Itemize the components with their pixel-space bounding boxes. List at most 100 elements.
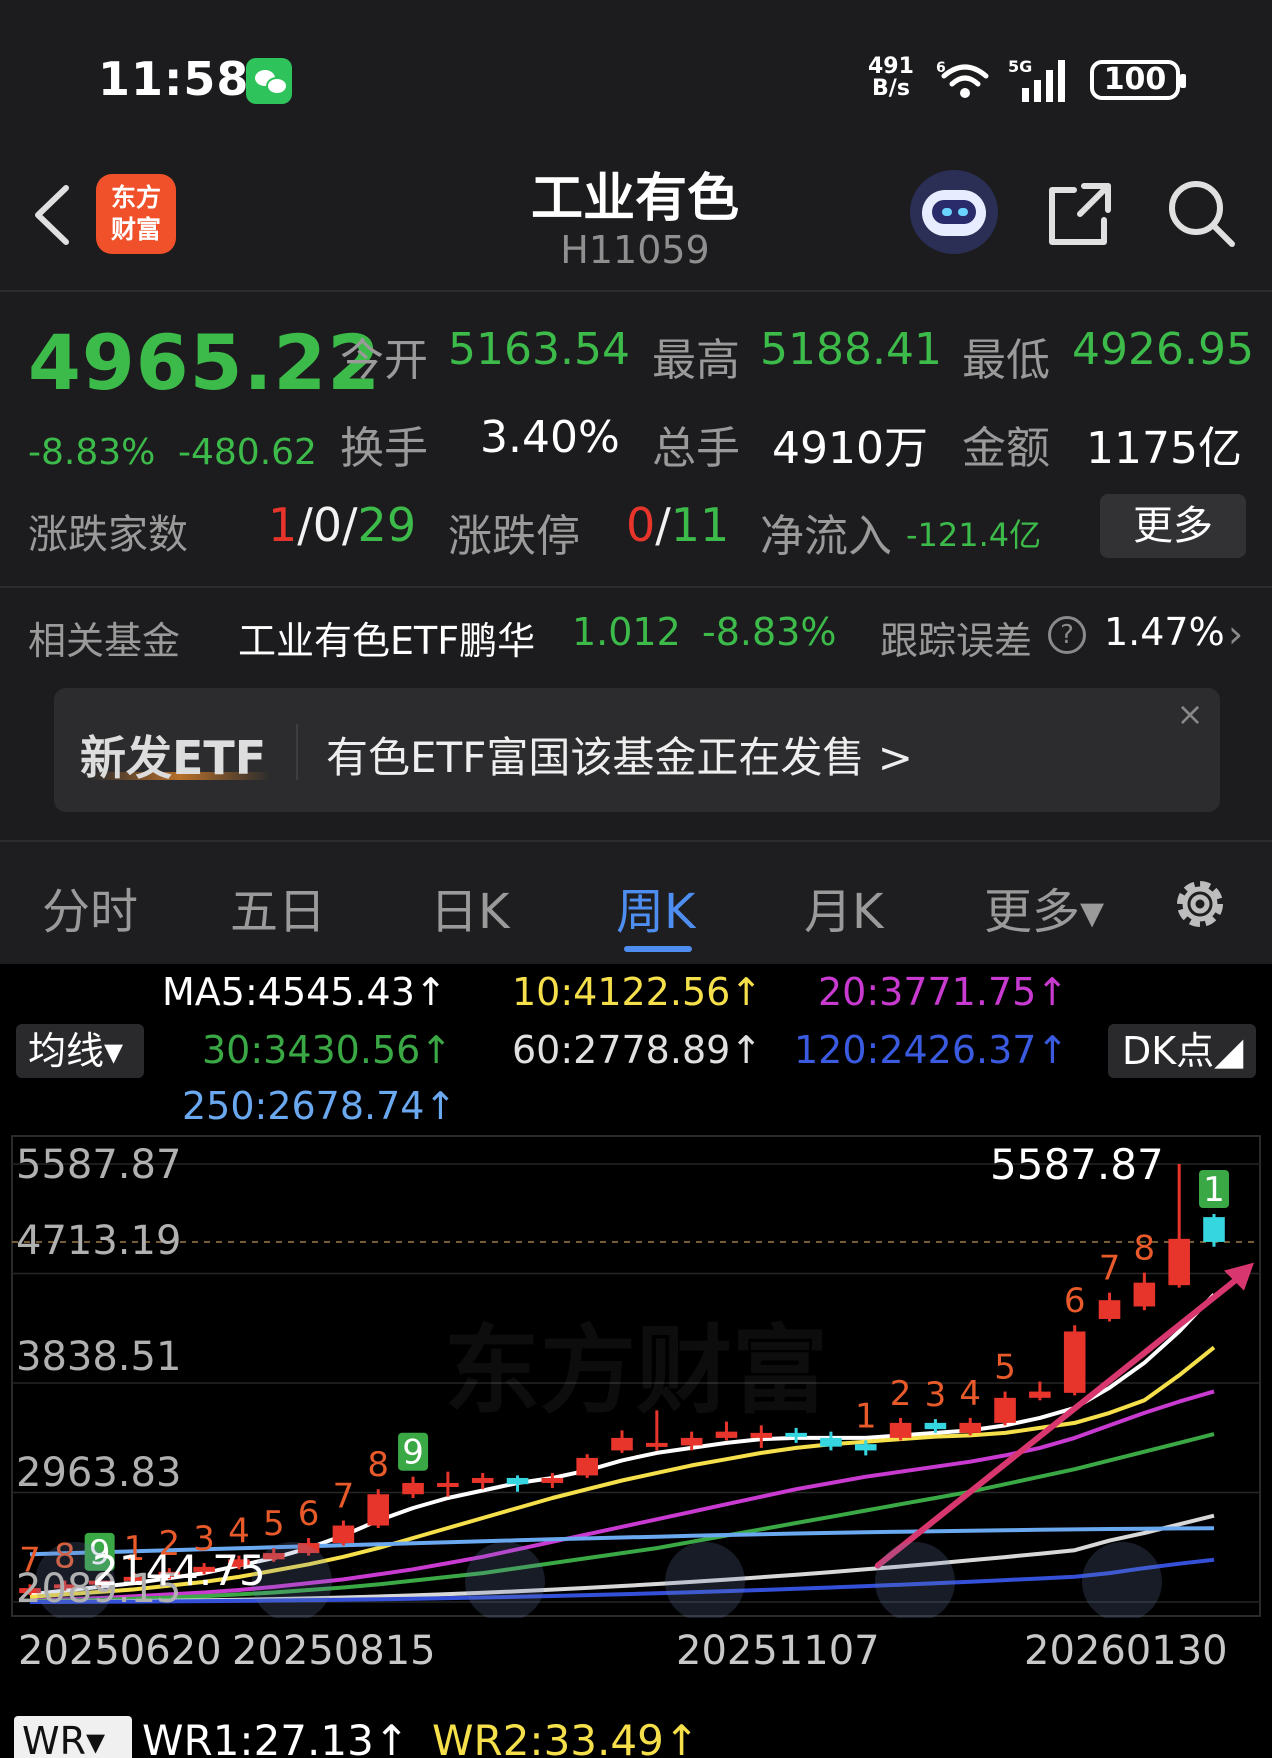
candle-body [1029,1391,1051,1398]
volume-label: 总手 [652,423,740,474]
advance-decline-label: 涨跌家数 [28,512,188,558]
volume-value: 4910万 [772,423,928,474]
amount-value: 1175亿 [1086,423,1242,474]
candle-body [437,1482,459,1487]
td-count-number: 7 [333,1477,355,1517]
max-price-marker: 5587.87 [990,1140,1164,1189]
candle-body [611,1437,633,1451]
network-speed-value: 491 [868,54,914,79]
candle-body [471,1477,494,1483]
candle-body [1203,1217,1225,1242]
limit-value: 0/11 [626,498,729,552]
ma-type-select[interactable]: 均线▾ [16,1024,144,1078]
close-icon[interactable]: × [1168,692,1212,736]
wifi-icon: 6 [936,60,989,98]
y-axis-label: 3838.51 [16,1334,182,1380]
limit-down-count: 11 [670,498,730,552]
x-axis-label: 20260130 [1024,1628,1228,1674]
related-fund-name[interactable]: 工业有色ETF鹏华 [238,610,535,665]
tab-five-day[interactable]: 五日 [230,872,326,942]
td-count-number: 5 [994,1348,1016,1388]
y-axis-label: 5587.87 [16,1142,182,1188]
td-count-number: 1 [855,1396,877,1436]
candle-body [680,1437,703,1446]
tab-monthly-k[interactable]: 月K [804,872,883,942]
tracking-error-label: 跟踪误差 [880,619,1033,663]
related-fund-change: -8.83% [702,610,837,654]
current-price: 4965.22 [28,318,382,407]
search-icon[interactable] [1164,176,1238,250]
drawing-handle-icon [1082,1541,1162,1618]
candle-body [854,1444,877,1451]
advance-decline-value: 1/0/29 [268,498,416,552]
app-logo[interactable]: 东方 财富 [96,174,176,254]
banner-text[interactable]: 有色ETF富国该基金正在发售 > [326,724,913,785]
tab-more[interactable]: 更多▾ [984,872,1104,942]
advance-flat-sep: /0/ [297,498,358,552]
td-count-number: 3 [925,1375,947,1415]
td-count-number: 1 [1203,1170,1225,1210]
x-axis-label: 20251107 [676,1628,880,1674]
related-fund-label: 相关基金 [28,619,181,663]
candle-body [1098,1300,1121,1319]
ma20-label: 20:3771.75↑ [818,970,1069,1014]
open-label: 今开 [340,335,428,386]
ai-assistant-avatar[interactable] [910,170,998,254]
min-price-marker: 2144.75 [92,1546,266,1595]
banner-divider [296,724,298,780]
candle-body [889,1422,912,1438]
turnover-value: 3.40% [480,412,620,463]
x-axis-label: 20250620 [18,1628,222,1674]
tab-daily-k[interactable]: 日K [430,872,509,942]
chevron-right-icon[interactable]: › [1228,612,1243,656]
candle-body [1063,1331,1086,1393]
divider [0,586,1272,588]
candle-body [750,1432,773,1438]
candle-body [785,1432,807,1437]
limit-sep: / [655,498,671,552]
td-count-number: 6 [1064,1281,1086,1321]
td-count-number: 4 [959,1374,981,1414]
advance-up-count: 1 [268,498,298,552]
divider [0,290,1272,292]
drawing-handle-icon [665,1541,745,1618]
limit-up-count: 0 [626,498,656,552]
help-icon[interactable]: ? [1048,616,1086,654]
change-amount: -480.62 [178,432,317,473]
y-axis-label: 2963.83 [16,1450,182,1496]
td-count-number: 6 [298,1494,320,1534]
tab-weekly-k[interactable]: 周K [616,872,695,942]
td-count-number: 9 [402,1433,424,1473]
network-type: 5G [1008,57,1032,76]
ma60-label: 60:2778.89↑ [512,1028,763,1072]
battery-icon: 100 [1090,60,1186,100]
low-label: 最低 [962,335,1050,386]
advance-down-count: 29 [357,498,417,552]
candle-body [402,1482,424,1495]
tracking-error-value: 1.47% [1104,610,1225,654]
ma120-label: 120:2426.37↑ [794,1028,1069,1072]
active-tab-indicator [624,946,692,952]
ma250-label: 250:2678.74↑ [182,1084,457,1128]
app-logo-line1: 东方 [110,183,161,212]
td-count-number: 8 [1134,1229,1156,1269]
x-axis-label: 20250815 [232,1628,436,1674]
candle-body [820,1437,842,1447]
candle-body [332,1525,355,1544]
candle-body [959,1422,982,1433]
open-value: 5163.54 [448,324,630,375]
indicator-select[interactable]: WR▾ [14,1716,132,1758]
low-value: 4926.95 [1072,324,1254,375]
high-value: 5188.41 [760,324,942,375]
gear-icon[interactable] [1168,872,1232,936]
share-icon[interactable] [1044,178,1116,250]
dk-point-button[interactable]: DK点◢ [1108,1024,1256,1078]
td-count-number: 7 [1099,1249,1121,1289]
tab-intraday[interactable]: 分时 [42,872,138,942]
limit-label: 涨跌停 [448,511,580,562]
back-arrow-icon[interactable] [30,182,74,248]
amount-label: 金额 [962,423,1050,474]
net-inflow-value: -121.4亿 [906,516,1042,554]
more-quote-button[interactable]: 更多 [1100,494,1246,558]
turnover-label: 换手 [340,423,428,474]
